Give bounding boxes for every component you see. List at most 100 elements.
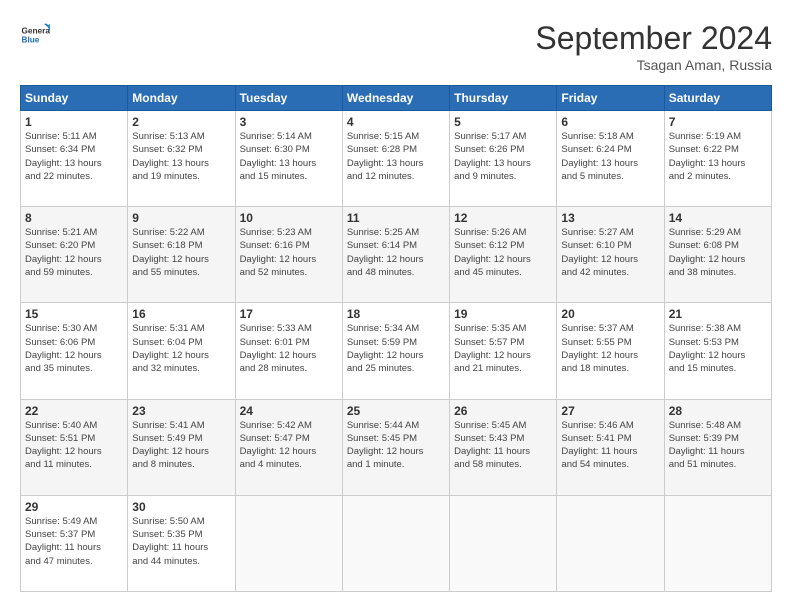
col-wednesday: Wednesday	[342, 86, 449, 111]
table-cell: 13Sunrise: 5:27 AMSunset: 6:10 PMDayligh…	[557, 207, 664, 303]
day-info: Sunrise: 5:13 AMSunset: 6:32 PMDaylight:…	[132, 130, 230, 183]
day-info: Sunrise: 5:38 AMSunset: 5:53 PMDaylight:…	[669, 322, 767, 375]
day-number: 2	[132, 115, 230, 129]
location: Tsagan Aman, Russia	[535, 57, 772, 73]
day-number: 22	[25, 404, 123, 418]
day-info: Sunrise: 5:33 AMSunset: 6:01 PMDaylight:…	[240, 322, 338, 375]
table-cell: 15Sunrise: 5:30 AMSunset: 6:06 PMDayligh…	[21, 303, 128, 399]
day-info: Sunrise: 5:31 AMSunset: 6:04 PMDaylight:…	[132, 322, 230, 375]
table-cell: 28Sunrise: 5:48 AMSunset: 5:39 PMDayligh…	[664, 399, 771, 495]
day-number: 20	[561, 307, 659, 321]
day-number: 6	[561, 115, 659, 129]
table-cell	[557, 495, 664, 591]
day-info: Sunrise: 5:26 AMSunset: 6:12 PMDaylight:…	[454, 226, 552, 279]
day-info: Sunrise: 5:46 AMSunset: 5:41 PMDaylight:…	[561, 419, 659, 472]
col-sunday: Sunday	[21, 86, 128, 111]
day-info: Sunrise: 5:42 AMSunset: 5:47 PMDaylight:…	[240, 419, 338, 472]
day-number: 3	[240, 115, 338, 129]
svg-text:Blue: Blue	[22, 36, 40, 45]
table-cell: 7Sunrise: 5:19 AMSunset: 6:22 PMDaylight…	[664, 111, 771, 207]
day-info: Sunrise: 5:15 AMSunset: 6:28 PMDaylight:…	[347, 130, 445, 183]
day-info: Sunrise: 5:11 AMSunset: 6:34 PMDaylight:…	[25, 130, 123, 183]
day-number: 8	[25, 211, 123, 225]
day-number: 10	[240, 211, 338, 225]
table-cell: 17Sunrise: 5:33 AMSunset: 6:01 PMDayligh…	[235, 303, 342, 399]
day-info: Sunrise: 5:48 AMSunset: 5:39 PMDaylight:…	[669, 419, 767, 472]
logo-icon: General Blue	[20, 20, 50, 50]
day-number: 19	[454, 307, 552, 321]
table-cell: 24Sunrise: 5:42 AMSunset: 5:47 PMDayligh…	[235, 399, 342, 495]
table-cell: 25Sunrise: 5:44 AMSunset: 5:45 PMDayligh…	[342, 399, 449, 495]
table-cell: 1Sunrise: 5:11 AMSunset: 6:34 PMDaylight…	[21, 111, 128, 207]
table-cell: 23Sunrise: 5:41 AMSunset: 5:49 PMDayligh…	[128, 399, 235, 495]
day-info: Sunrise: 5:40 AMSunset: 5:51 PMDaylight:…	[25, 419, 123, 472]
week-row-4: 22Sunrise: 5:40 AMSunset: 5:51 PMDayligh…	[21, 399, 772, 495]
day-info: Sunrise: 5:49 AMSunset: 5:37 PMDaylight:…	[25, 515, 123, 568]
day-info: Sunrise: 5:22 AMSunset: 6:18 PMDaylight:…	[132, 226, 230, 279]
table-cell: 29Sunrise: 5:49 AMSunset: 5:37 PMDayligh…	[21, 495, 128, 591]
day-number: 21	[669, 307, 767, 321]
table-cell	[235, 495, 342, 591]
month-title: September 2024	[535, 20, 772, 57]
day-info: Sunrise: 5:17 AMSunset: 6:26 PMDaylight:…	[454, 130, 552, 183]
table-cell: 21Sunrise: 5:38 AMSunset: 5:53 PMDayligh…	[664, 303, 771, 399]
day-number: 26	[454, 404, 552, 418]
day-number: 29	[25, 500, 123, 514]
col-friday: Friday	[557, 86, 664, 111]
table-cell: 11Sunrise: 5:25 AMSunset: 6:14 PMDayligh…	[342, 207, 449, 303]
table-cell: 30Sunrise: 5:50 AMSunset: 5:35 PMDayligh…	[128, 495, 235, 591]
table-cell: 16Sunrise: 5:31 AMSunset: 6:04 PMDayligh…	[128, 303, 235, 399]
day-number: 27	[561, 404, 659, 418]
table-cell: 22Sunrise: 5:40 AMSunset: 5:51 PMDayligh…	[21, 399, 128, 495]
day-number: 28	[669, 404, 767, 418]
day-info: Sunrise: 5:45 AMSunset: 5:43 PMDaylight:…	[454, 419, 552, 472]
day-number: 23	[132, 404, 230, 418]
day-info: Sunrise: 5:19 AMSunset: 6:22 PMDaylight:…	[669, 130, 767, 183]
col-tuesday: Tuesday	[235, 86, 342, 111]
day-info: Sunrise: 5:30 AMSunset: 6:06 PMDaylight:…	[25, 322, 123, 375]
day-number: 9	[132, 211, 230, 225]
day-info: Sunrise: 5:44 AMSunset: 5:45 PMDaylight:…	[347, 419, 445, 472]
calendar: Sunday Monday Tuesday Wednesday Thursday…	[20, 85, 772, 592]
day-number: 16	[132, 307, 230, 321]
table-cell: 4Sunrise: 5:15 AMSunset: 6:28 PMDaylight…	[342, 111, 449, 207]
table-cell	[342, 495, 449, 591]
table-cell: 3Sunrise: 5:14 AMSunset: 6:30 PMDaylight…	[235, 111, 342, 207]
week-row-1: 1Sunrise: 5:11 AMSunset: 6:34 PMDaylight…	[21, 111, 772, 207]
table-cell: 14Sunrise: 5:29 AMSunset: 6:08 PMDayligh…	[664, 207, 771, 303]
table-cell: 18Sunrise: 5:34 AMSunset: 5:59 PMDayligh…	[342, 303, 449, 399]
day-number: 5	[454, 115, 552, 129]
table-cell: 10Sunrise: 5:23 AMSunset: 6:16 PMDayligh…	[235, 207, 342, 303]
table-cell: 5Sunrise: 5:17 AMSunset: 6:26 PMDaylight…	[450, 111, 557, 207]
day-info: Sunrise: 5:37 AMSunset: 5:55 PMDaylight:…	[561, 322, 659, 375]
day-info: Sunrise: 5:41 AMSunset: 5:49 PMDaylight:…	[132, 419, 230, 472]
calendar-header-row: Sunday Monday Tuesday Wednesday Thursday…	[21, 86, 772, 111]
logo: General Blue	[20, 20, 50, 50]
day-number: 1	[25, 115, 123, 129]
col-monday: Monday	[128, 86, 235, 111]
day-number: 14	[669, 211, 767, 225]
day-number: 7	[669, 115, 767, 129]
day-info: Sunrise: 5:21 AMSunset: 6:20 PMDaylight:…	[25, 226, 123, 279]
week-row-2: 8Sunrise: 5:21 AMSunset: 6:20 PMDaylight…	[21, 207, 772, 303]
day-info: Sunrise: 5:25 AMSunset: 6:14 PMDaylight:…	[347, 226, 445, 279]
table-cell: 20Sunrise: 5:37 AMSunset: 5:55 PMDayligh…	[557, 303, 664, 399]
day-number: 24	[240, 404, 338, 418]
day-number: 11	[347, 211, 445, 225]
day-number: 13	[561, 211, 659, 225]
week-row-5: 29Sunrise: 5:49 AMSunset: 5:37 PMDayligh…	[21, 495, 772, 591]
day-info: Sunrise: 5:29 AMSunset: 6:08 PMDaylight:…	[669, 226, 767, 279]
day-number: 18	[347, 307, 445, 321]
table-cell: 9Sunrise: 5:22 AMSunset: 6:18 PMDaylight…	[128, 207, 235, 303]
day-number: 25	[347, 404, 445, 418]
table-cell: 27Sunrise: 5:46 AMSunset: 5:41 PMDayligh…	[557, 399, 664, 495]
table-cell	[664, 495, 771, 591]
table-cell: 12Sunrise: 5:26 AMSunset: 6:12 PMDayligh…	[450, 207, 557, 303]
day-info: Sunrise: 5:14 AMSunset: 6:30 PMDaylight:…	[240, 130, 338, 183]
day-number: 12	[454, 211, 552, 225]
table-cell: 19Sunrise: 5:35 AMSunset: 5:57 PMDayligh…	[450, 303, 557, 399]
table-cell	[450, 495, 557, 591]
header: General Blue September 2024 Tsagan Aman,…	[20, 20, 772, 73]
day-info: Sunrise: 5:23 AMSunset: 6:16 PMDaylight:…	[240, 226, 338, 279]
day-info: Sunrise: 5:18 AMSunset: 6:24 PMDaylight:…	[561, 130, 659, 183]
